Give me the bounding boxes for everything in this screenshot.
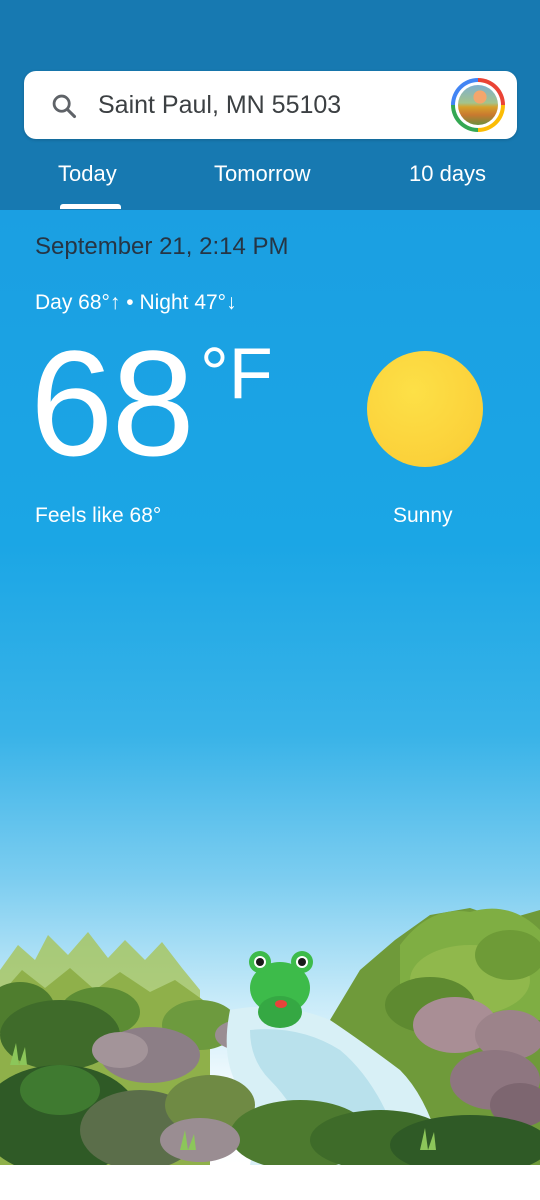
selected-tab-indicator — [60, 204, 121, 209]
account-avatar[interactable] — [451, 78, 505, 132]
location-text[interactable]: Saint Paul, MN 55103 — [98, 89, 341, 121]
temperature-unit: °F — [200, 334, 273, 414]
current-temperature: 68 — [30, 319, 195, 487]
avatar-ring — [455, 82, 501, 128]
search-bar[interactable]: Saint Paul, MN 55103 — [24, 71, 517, 139]
date-time: September 21, 2:14 PM — [35, 233, 289, 260]
frog-landscape-illustration — [0, 908, 540, 1165]
tab-today[interactable]: Today — [58, 160, 117, 188]
day-night-temps: Day 68°↑ • Night 47°↓ — [35, 291, 237, 314]
feels-like: Feels like 68° — [35, 504, 162, 527]
weather-condition: Sunny — [393, 504, 453, 527]
tab-10-days[interactable]: 10 days — [409, 160, 486, 188]
bottom-strip — [0, 1165, 540, 1200]
tab-tomorrow[interactable]: Tomorrow — [214, 160, 311, 188]
app-header: Saint Paul, MN 55103 Today Tomorrow 10 d… — [0, 0, 540, 210]
day-tabs: Today Tomorrow 10 days — [0, 152, 540, 210]
search-icon[interactable] — [50, 92, 78, 120]
avatar-photo — [458, 85, 498, 125]
sun-icon — [367, 351, 483, 467]
